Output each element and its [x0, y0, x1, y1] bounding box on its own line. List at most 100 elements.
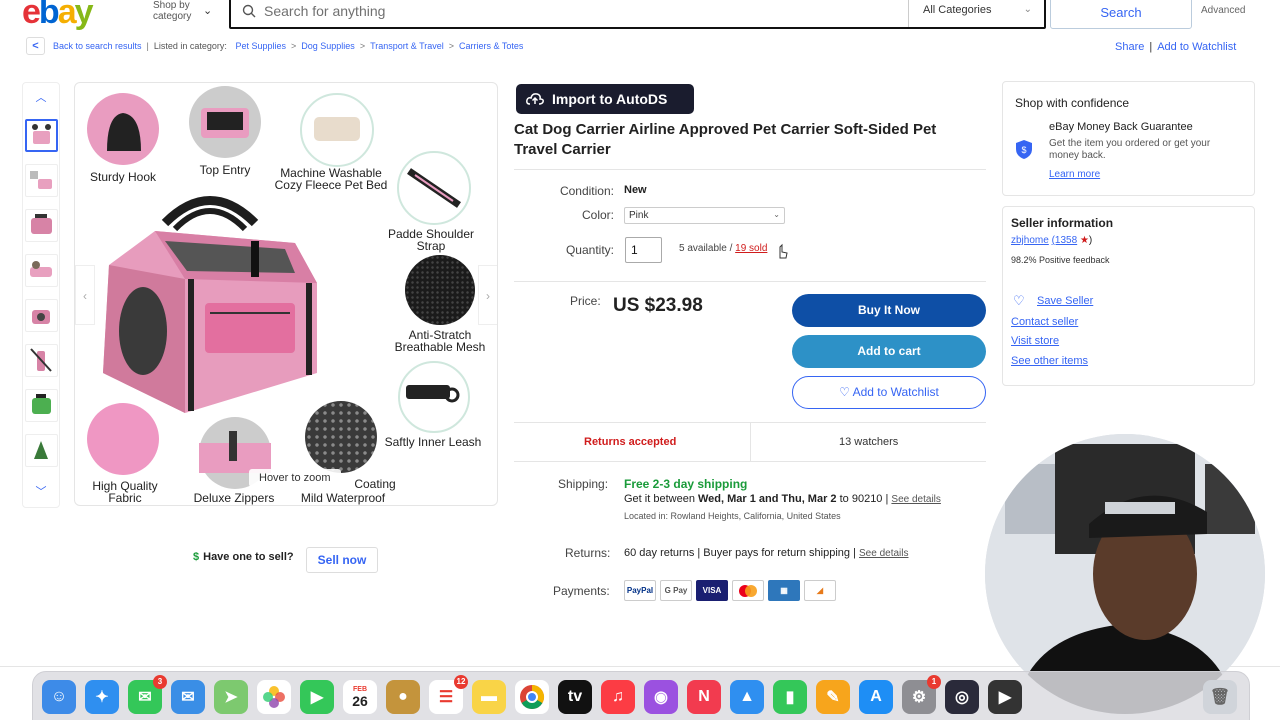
visit-store-link[interactable]: Visit store [1011, 335, 1059, 347]
screen-recorder-icon[interactable]: ◎ [945, 680, 979, 714]
final-cut-icon[interactable]: ▶ [988, 680, 1022, 714]
add-to-cart-button[interactable]: Add to cart [792, 335, 986, 368]
buy-it-now-button[interactable]: Buy It Now [792, 294, 986, 327]
returns-policy: 60 day returns | Buyer pays for return s… [624, 547, 909, 559]
app-store-icon[interactable]: A [859, 680, 893, 714]
messages-icon[interactable]: ✉ 3 [128, 675, 167, 714]
thumbnail[interactable] [25, 434, 58, 467]
returns-accepted: Returns accepted [584, 436, 677, 448]
quantity-input[interactable]: 1 [625, 237, 662, 263]
chevron-right-icon[interactable]: › [478, 265, 497, 325]
crumb-pet-supplies[interactable]: Pet Supplies [235, 41, 286, 51]
apple-tv-icon[interactable]: tv [558, 680, 592, 714]
condition-value: New [624, 184, 647, 196]
svg-text:$: $ [1021, 145, 1026, 155]
news-icon[interactable]: N [687, 680, 721, 714]
maps-icon[interactable]: ➤ [214, 680, 248, 714]
shop-by-category[interactable]: Shop by category [153, 0, 191, 22]
system-settings-icon[interactable]: ⚙ 1 [902, 675, 941, 714]
back-arrow-icon[interactable]: < [26, 37, 45, 55]
crumb-carriers-totes[interactable]: Carriers & Totes [459, 41, 523, 51]
thumbnail-image [32, 310, 50, 324]
discover-icon: ◢ [804, 580, 836, 601]
import-to-autods-button[interactable]: Import to AutoDS [516, 84, 694, 114]
availability: 5 available / 19 sold [679, 243, 767, 254]
share-watchlist-row: Share | Add to Watchlist [1115, 41, 1236, 53]
thumbnail[interactable] [25, 209, 58, 242]
payment-methods: PayPal G Pay VISA ▦ ◢ [624, 580, 836, 601]
thumbnail[interactable] [25, 254, 58, 287]
pet-carrier-image [103, 196, 317, 413]
search-icon [242, 4, 256, 18]
chevron-up-icon[interactable]: ︿ [23, 89, 59, 105]
main-product-image[interactable]: Sturdy Hook Top Entry Machine Washable C… [74, 82, 498, 506]
ebay-logo[interactable]: ebay [22, 0, 94, 32]
feature-label: Coating [354, 477, 396, 491]
category-select[interactable]: All Categories ⌄ [908, 0, 1044, 27]
guarantee-description: Get the item you ordered or get your mon… [1049, 138, 1211, 161]
thumbnail[interactable] [25, 344, 58, 377]
color-select[interactable]: Pink ⌄ [624, 207, 785, 224]
facetime-icon[interactable]: ▶ [300, 680, 334, 714]
crumb-transport-travel[interactable]: Transport & Travel [370, 41, 444, 51]
chevron-down-icon[interactable]: ⌄ [203, 4, 212, 17]
thumbnail[interactable] [25, 164, 58, 197]
sell-now-button[interactable]: Sell now [306, 547, 378, 573]
thumbnail-image [32, 394, 51, 414]
seller-name-link[interactable]: zbjhome [1011, 235, 1049, 246]
notes-icon[interactable]: ▬ [472, 680, 506, 714]
mastercard-icon [732, 580, 764, 601]
contacts-icon[interactable]: ● [386, 680, 420, 714]
returns-value: 60 day returns | Buyer pays for return s… [624, 547, 856, 559]
thumbnail-strip: ︿ ﹀ [22, 82, 60, 508]
safari-icon[interactable]: ✦ [85, 680, 119, 714]
share-link[interactable]: Share [1115, 41, 1144, 53]
free-shipping: Free 2-3 day shipping [624, 477, 748, 491]
keynote-icon[interactable]: ▲ [730, 680, 764, 714]
feature-label: Top Entry [199, 163, 251, 177]
numbers-icon[interactable]: ▮ [773, 680, 807, 714]
thumbnail[interactable] [25, 389, 58, 422]
calendar-day: 26 [352, 692, 368, 709]
trash-icon[interactable]: 🗑 [1203, 680, 1237, 714]
thumbnail[interactable] [25, 299, 58, 332]
mail-icon[interactable]: ✉ [171, 680, 205, 714]
contact-seller-link[interactable]: Contact seller [1011, 316, 1078, 328]
crumb-dog-supplies[interactable]: Dog Supplies [301, 41, 355, 51]
seller-info-title: Seller information [1011, 216, 1114, 230]
seller-score-link[interactable]: (1358 [1052, 235, 1078, 246]
feature-pet-bed-image [300, 93, 374, 167]
seller-score-close: ) [1088, 235, 1093, 246]
thumbnail-image [32, 124, 51, 144]
advanced-search-link[interactable]: Advanced [1201, 5, 1245, 16]
add-to-watchlist-button[interactable]: ♡ Add to Watchlist [792, 376, 986, 409]
shipping-see-details-link[interactable]: See details [891, 494, 940, 505]
watchlist-link[interactable]: Add to Watchlist [1157, 41, 1236, 53]
save-seller-link[interactable]: Save Seller [1037, 295, 1093, 307]
podcasts-icon[interactable]: ◉ [644, 680, 678, 714]
back-to-search-link[interactable]: Back to search results [53, 41, 142, 51]
photos-icon[interactable] [257, 680, 291, 714]
price-label: Price: [570, 294, 601, 308]
chevron-left-icon[interactable]: ‹ [75, 265, 95, 325]
seller-name-row: zbjhome (1358 ★) [1011, 235, 1092, 246]
search-input[interactable] [264, 2, 864, 20]
sold-link[interactable]: 19 sold [735, 243, 767, 254]
search-button[interactable]: Search [1050, 0, 1192, 29]
calendar-icon[interactable]: FEB 26 [343, 680, 377, 714]
cursor-pointer-icon [779, 243, 788, 259]
returns-see-details-link[interactable]: See details [859, 548, 908, 559]
divider [514, 169, 986, 170]
reminders-icon[interactable]: ☰ 12 [429, 675, 468, 714]
finder-icon[interactable]: ☺ [42, 680, 76, 714]
hover-to-zoom-tooltip: Hover to zoom [249, 469, 341, 487]
see-other-items-link[interactable]: See other items [1011, 355, 1088, 367]
learn-more-link[interactable]: Learn more [1049, 169, 1100, 180]
music-icon[interactable]: ♫ [601, 680, 635, 714]
pages-icon[interactable]: ✎ [816, 680, 850, 714]
thumbnail[interactable] [25, 119, 58, 152]
chevron-down-icon[interactable]: ﹀ [23, 483, 59, 499]
chrome-icon[interactable] [515, 680, 549, 714]
breadcrumb-separator: > [359, 41, 366, 51]
available-count: 5 available / [679, 243, 733, 254]
